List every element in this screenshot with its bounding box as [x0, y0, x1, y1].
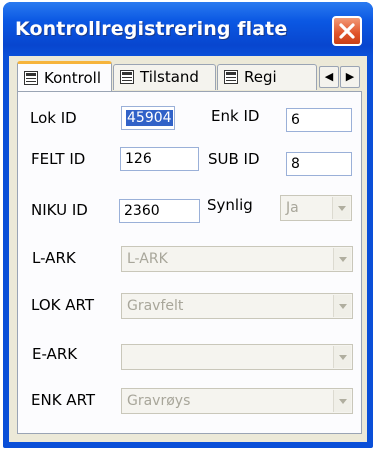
enk-id-label: Enk ID: [211, 107, 260, 125]
niku-id-label: NIKU ID: [31, 201, 88, 219]
close-button[interactable]: [332, 16, 362, 46]
niku-id-field[interactable]: 2360: [119, 199, 200, 223]
l-ark-label: L-ARK: [32, 249, 76, 267]
synlig-label: Synlig: [207, 196, 253, 214]
tab-tilstand[interactable]: Tilstand: [113, 64, 216, 90]
lok-art-dropdown[interactable]: Gravfelt: [121, 293, 353, 319]
close-icon: [339, 23, 355, 39]
l-ark-dropdown[interactable]: L-ARK: [121, 246, 353, 272]
sub-id-label: SUB ID: [208, 150, 260, 168]
l-ark-value: L-ARK: [127, 251, 168, 267]
tab-kontroll[interactable]: Kontroll: [17, 61, 112, 91]
tab-form-icon: [224, 70, 238, 84]
tab-strip: Kontroll Tilstand Regi ◀ ▶: [17, 61, 362, 92]
dialog-client-area: Kontroll Tilstand Regi ◀ ▶ Lok ID 45904: [9, 56, 367, 442]
tab-regi[interactable]: Regi: [217, 64, 317, 90]
dropdown-arrow-icon: [333, 346, 351, 368]
enk-id-field[interactable]: 6: [286, 108, 352, 132]
enk-art-dropdown[interactable]: Gravrøys: [121, 388, 353, 414]
tab-panel-kontroll: Lok ID 45904 Enk ID 6 FELT ID 126 SUB ID…: [17, 91, 362, 434]
dialog-window: Kontrollregistrering flate Kontroll Tils…: [3, 2, 373, 448]
enk-id-value: 6: [291, 112, 300, 128]
felt-id-field[interactable]: 126: [120, 147, 199, 171]
tab-scroll-right-button[interactable]: ▶: [340, 66, 360, 88]
title-bar[interactable]: Kontrollregistrering flate: [3, 2, 373, 56]
tab-label: Kontroll: [44, 69, 102, 87]
tab-scroll-left-button[interactable]: ◀: [319, 66, 339, 88]
lok-art-value: Gravfelt: [127, 298, 184, 314]
niku-id-value: 2360: [124, 203, 160, 219]
e-ark-dropdown[interactable]: [121, 344, 353, 370]
scroll-right-icon: ▶: [345, 70, 355, 83]
tab-label: Regi: [244, 68, 277, 86]
synlig-dropdown[interactable]: Ja: [280, 195, 352, 221]
dropdown-arrow-icon: [333, 390, 351, 412]
felt-id-label: FELT ID: [31, 150, 86, 168]
enk-art-label: ENK ART: [31, 391, 96, 409]
dropdown-arrow-icon: [333, 248, 351, 270]
tab-label: Tilstand: [140, 68, 199, 86]
window-title: Kontrollregistrering flate: [15, 18, 288, 40]
sub-id-field[interactable]: 8: [286, 152, 352, 176]
lok-id-label: Lok ID: [30, 109, 77, 127]
lok-id-field[interactable]: 45904: [121, 106, 175, 130]
lok-id-value: 45904: [126, 110, 173, 126]
dropdown-arrow-icon: [332, 197, 350, 219]
dropdown-arrow-icon: [333, 295, 351, 317]
enk-art-value: Gravrøys: [127, 393, 191, 409]
scroll-left-icon: ◀: [324, 70, 334, 83]
e-ark-label: E-ARK: [32, 345, 78, 363]
felt-id-value: 126: [125, 151, 152, 167]
tab-form-icon: [24, 71, 38, 85]
lok-art-label: LOK ART: [31, 296, 94, 314]
synlig-value: Ja: [286, 200, 299, 216]
tab-form-icon: [120, 70, 134, 84]
sub-id-value: 8: [291, 156, 300, 172]
